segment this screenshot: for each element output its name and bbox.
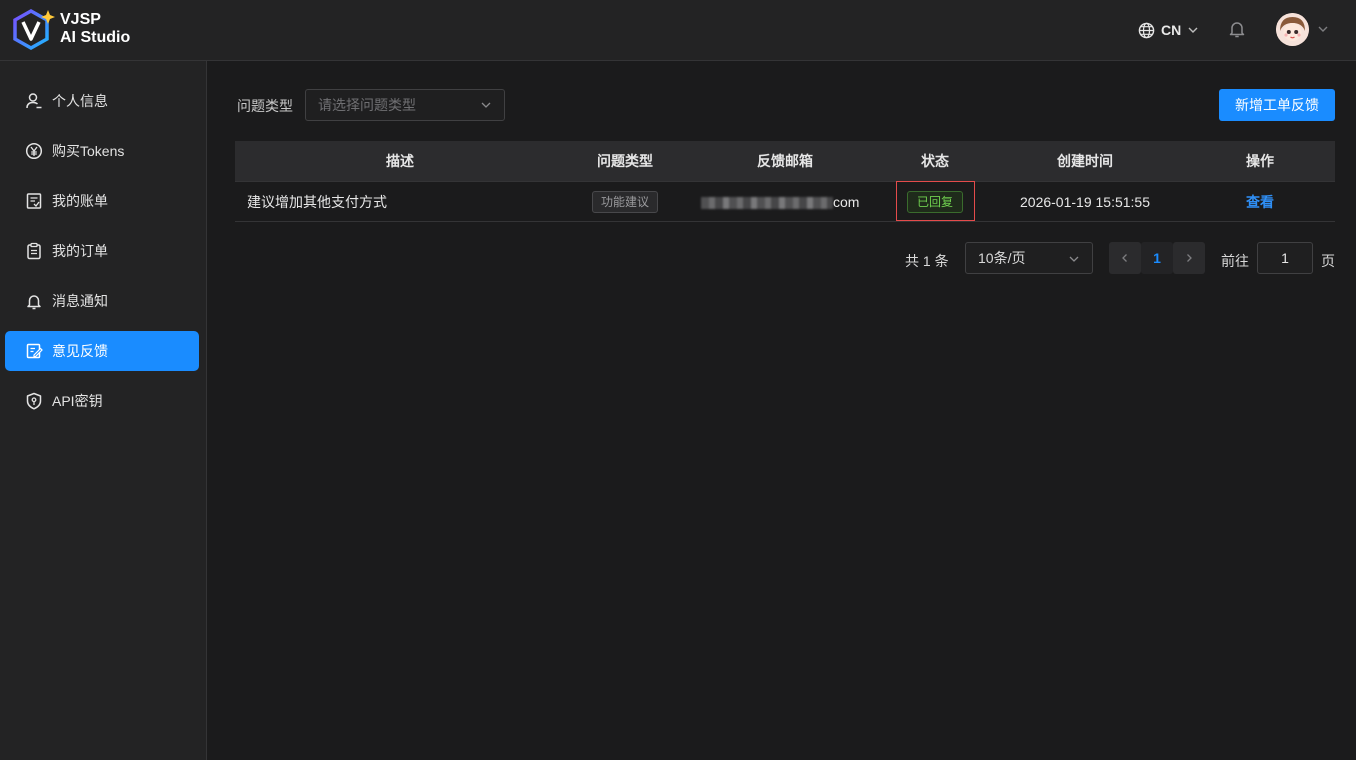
page-suffix: 页 (1321, 253, 1335, 269)
yen-coin-icon (25, 142, 43, 160)
cell-email: com (685, 182, 885, 221)
top-bar: VJSP AI Studio CN (0, 0, 1356, 61)
column-header-created: 创建时间 (1057, 153, 1113, 169)
sidebar-item-buy-tokens[interactable]: 购买Tokens (5, 131, 199, 171)
sidebar-item-profile[interactable]: 个人信息 (5, 81, 199, 121)
sidebar-item-label: 意见反馈 (52, 343, 108, 359)
cell-description: 建议增加其他支付方式 (247, 193, 387, 210)
user-menu[interactable] (1276, 12, 1329, 46)
chevron-down-icon (1069, 256, 1079, 262)
table-row: 建议增加其他支付方式 功能建议 com 已回复 2026-01-19 15:51… (235, 181, 1335, 222)
sidebar-item-label: 我的订单 (52, 243, 108, 259)
page-size-select[interactable]: 10条/页 (965, 242, 1093, 274)
bill-icon (26, 193, 42, 209)
cell-created: 2026-01-19 15:51:55 (1020, 193, 1150, 210)
sidebar: 个人信息 购买Tokens 我的账单 我的订单 消息通知 意见反馈 API密钥 (0, 61, 207, 760)
goto-label: 前往 (1221, 253, 1249, 269)
sidebar-item-label: API密钥 (52, 393, 103, 409)
filter-label: 问题类型 (237, 98, 293, 114)
column-header-status: 状态 (921, 153, 949, 169)
table-header: 描述 问题类型 反馈邮箱 状态 创建时间 操作 (235, 141, 1335, 181)
edit-note-icon (26, 343, 43, 359)
sidebar-item-label: 购买Tokens (52, 143, 125, 159)
prev-page-button[interactable] (1109, 242, 1141, 274)
sidebar-item-notifications[interactable]: 消息通知 (5, 281, 199, 321)
current-page: 1 (1153, 250, 1161, 266)
sidebar-item-my-orders[interactable]: 我的订单 (5, 231, 199, 271)
page-number-button[interactable]: 1 (1141, 242, 1173, 274)
next-page-button[interactable] (1173, 242, 1205, 274)
sidebar-item-label: 消息通知 (52, 293, 108, 309)
chevron-right-icon (1187, 254, 1192, 262)
status-highlight-box (896, 181, 975, 221)
language-label: CN (1161, 22, 1182, 38)
column-header-type: 问题类型 (597, 153, 653, 169)
brand-line-1: VJSP (60, 11, 101, 28)
page-size-value: 10条/页 (978, 250, 1026, 266)
clipboard-icon (27, 242, 41, 260)
issue-type-select[interactable]: 请选择问题类型 (305, 89, 505, 121)
shield-key-icon (26, 392, 42, 410)
logo-mark-icon (13, 8, 55, 51)
sidebar-item-label: 个人信息 (52, 93, 108, 109)
chevron-left-icon (1122, 254, 1127, 262)
sidebar-item-api-keys[interactable]: API密钥 (5, 381, 199, 421)
column-header-actions: 操作 (1246, 153, 1274, 169)
goto-page-input[interactable] (1257, 242, 1313, 274)
email-visible-suffix: com (833, 194, 860, 210)
cell-type: 功能建议 (565, 182, 685, 221)
issue-type-placeholder: 请选择问题类型 (318, 97, 416, 113)
user-icon (26, 93, 42, 109)
chevron-down-icon (481, 102, 491, 108)
new-ticket-button[interactable]: 新增工单反馈 (1219, 89, 1335, 121)
chevron-down-icon (1318, 26, 1328, 32)
logo[interactable]: VJSP AI Studio (12, 8, 142, 52)
redacted-email (701, 197, 833, 209)
sidebar-item-my-bills[interactable]: 我的账单 (5, 181, 199, 221)
type-tag: 功能建议 (591, 190, 658, 213)
view-link[interactable]: 查看 (1246, 192, 1274, 212)
feedback-table: 描述 问题类型 反馈邮箱 状态 创建时间 操作 建议增加其他支付方式 功能建议 … (235, 141, 1335, 222)
notification-bell-icon[interactable] (1227, 19, 1247, 39)
brand-line-2: AI Studio (60, 29, 131, 46)
globe-icon (1138, 22, 1155, 38)
avatar (1276, 12, 1309, 46)
column-header-description: 描述 (386, 153, 414, 169)
chevron-down-icon (1188, 27, 1198, 33)
sidebar-item-label: 我的账单 (52, 193, 108, 209)
language-switcher[interactable]: CN (1138, 19, 1199, 41)
sidebar-item-feedback[interactable]: 意见反馈 (5, 331, 199, 371)
pagination-total: 共 1 条 (905, 253, 949, 269)
cell-action: 查看 (1185, 182, 1335, 221)
bell-icon (27, 295, 41, 310)
column-header-email: 反馈邮箱 (757, 153, 813, 169)
